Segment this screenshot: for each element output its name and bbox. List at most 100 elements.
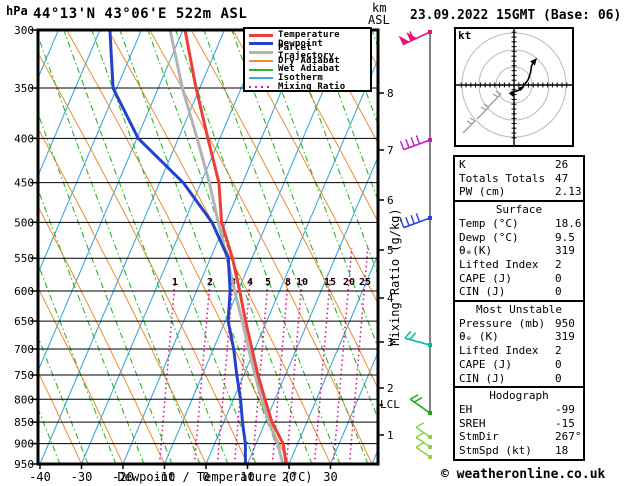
- row-label: Lifted Index: [459, 257, 539, 271]
- mixing-ratio-line: [193, 277, 212, 464]
- row-value: 319: [555, 244, 575, 258]
- table-title: Surface: [495, 203, 543, 217]
- table-row: CIN (J) 0: [455, 372, 583, 386]
- km-tick-label: 2: [387, 382, 394, 395]
- row-value: 0: [555, 271, 562, 285]
- legend-swatch: [249, 77, 273, 80]
- legend-item: Mixing Ratio: [245, 82, 370, 92]
- table-row: Pressure (mb) 950: [455, 317, 583, 331]
- table-row: EH -99: [455, 403, 583, 417]
- km-tick-label: 7: [387, 144, 394, 157]
- pressure-tick-label: 650: [14, 315, 34, 328]
- wind-barb: [399, 213, 432, 229]
- pressure-axis-unit-label: hPa: [6, 4, 28, 18]
- row-label: Dewp (°C): [459, 230, 519, 244]
- row-label: EH: [459, 402, 473, 416]
- sounding-screenshot: 1 2 3 4 5 8 10 15 20 25 300 350 400 450 500 550 600 650 70…: [0, 0, 629, 486]
- table-surface: Surface Temp (°C) 18.6 Dewp (°C) 9.5 θₑ(K) 319…: [453, 200, 585, 303]
- pressure-tick-label: 600: [14, 285, 34, 298]
- row-label: CAPE (J): [459, 271, 512, 285]
- table-row: Lifted Index 2: [455, 258, 583, 272]
- row-label: θₑ(K): [459, 244, 493, 258]
- table-hodograph: Hodograph EH -99 SREH -15 StmDir 267° StmSpd (k…: [453, 386, 585, 461]
- table-row: CAPE (J) 0: [455, 358, 583, 372]
- row-label: Temp (°C): [459, 216, 519, 230]
- wind-barb: [404, 330, 432, 347]
- table-row: Lifted Index 2: [455, 344, 583, 358]
- pressure-tick-label: 750: [14, 369, 34, 382]
- row-label: SREH: [459, 416, 486, 430]
- chart-legend: Temperature Dewpoint Parcel Trajectory Dry …: [243, 27, 372, 92]
- temperature-axis-label: Dewpoint / Temperature (°C): [117, 470, 313, 484]
- row-value: 18.6: [555, 216, 582, 230]
- row-label: StmSpd (kt): [459, 444, 532, 458]
- table-row: StmSpd (kt) 18: [455, 444, 583, 458]
- wet-adiabat-line: [596, 30, 629, 464]
- pressure-tick-label: 350: [14, 82, 34, 95]
- row-value: 950: [555, 316, 575, 330]
- row-label: θₑ (K): [459, 330, 499, 344]
- row-label: CAPE (J): [459, 357, 512, 371]
- pressure-tick-label: 700: [14, 343, 34, 356]
- wind-barb: [399, 135, 432, 151]
- mixing-ratio-value-label: 4: [247, 277, 253, 288]
- legend-swatch: [249, 42, 273, 46]
- legend-swatch: [249, 68, 273, 71]
- pressure-tick-label: 400: [14, 132, 34, 145]
- table-row: K 26: [455, 158, 583, 172]
- pressure-tick-label: 850: [14, 416, 34, 429]
- pressure-tick-label: 300: [14, 24, 34, 37]
- table-row: CAPE (J) 0: [455, 272, 583, 286]
- row-value: 0: [555, 371, 562, 385]
- row-label: StmDir: [459, 430, 499, 444]
- km-tick-label: 1: [387, 429, 394, 442]
- row-value: 2: [555, 257, 562, 271]
- row-label: Lifted Index: [459, 344, 539, 358]
- table-title: Most Unstable: [475, 303, 563, 317]
- mixing-ratio-axis-label: Mixing Ratio (g/kg): [388, 208, 402, 346]
- pressure-tick-label: 800: [14, 393, 34, 406]
- table-row: CIN (J) 0: [455, 285, 583, 299]
- row-label: Pressure (mb): [459, 316, 546, 330]
- table-row: θₑ (K) 319: [455, 330, 583, 344]
- row-value: 26: [555, 158, 569, 171]
- row-value: 9.5: [555, 230, 575, 244]
- temperature-tick-label: -30: [71, 470, 93, 484]
- mixing-ratio-value-label: 2: [207, 277, 213, 288]
- mixing-ratio-value-label: 10: [296, 277, 308, 288]
- row-label: Totals Totals: [459, 171, 546, 185]
- table-row: Totals Totals 47: [455, 172, 583, 186]
- row-label: CIN (J): [459, 285, 506, 299]
- row-value: 47: [555, 171, 569, 185]
- pressure-tick-label: 900: [14, 438, 34, 451]
- row-value: 0: [555, 285, 562, 299]
- row-label: K: [459, 158, 466, 171]
- legend-swatch: [249, 50, 273, 54]
- km-tick-label: 8: [387, 87, 394, 100]
- hodograph: [454, 27, 574, 147]
- lcl-label: LCL: [380, 398, 400, 411]
- row-value: 319: [555, 330, 575, 344]
- table-row: PW (cm) 2.13: [455, 185, 583, 199]
- table-title: Hodograph: [489, 389, 549, 403]
- row-value: 0: [555, 357, 562, 371]
- mixing-ratio-value-label: 20: [343, 277, 355, 288]
- table-row: StmDir 267°: [455, 430, 583, 444]
- stats-panel: K 26 Totals Totals 47 PW (cm) 2.13 Surface Temp…: [453, 155, 585, 461]
- row-value: 2.13: [555, 185, 582, 199]
- row-value: -99: [555, 402, 575, 416]
- table-row: Temp (°C) 18.6: [455, 217, 583, 231]
- row-value: 2: [555, 344, 562, 358]
- mixing-ratio-value-label: 1: [172, 277, 178, 288]
- copyright-label: © weatheronline.co.uk: [441, 467, 606, 482]
- table-row: θₑ(K) 319: [455, 244, 583, 258]
- row-label: PW (cm): [459, 185, 506, 199]
- row-value: 267°: [555, 430, 582, 444]
- temperature-tick-label: -40: [29, 470, 51, 484]
- table-row: SREH -15: [455, 417, 583, 431]
- wind-barb: [409, 394, 432, 415]
- pressure-tick-label: 500: [14, 216, 34, 229]
- mixing-ratio-value-label: 8: [285, 277, 291, 288]
- datetime-label: 23.09.2022 15GMT (Base: 06): [410, 8, 622, 23]
- mixing-ratio-value-label: 5: [265, 277, 271, 288]
